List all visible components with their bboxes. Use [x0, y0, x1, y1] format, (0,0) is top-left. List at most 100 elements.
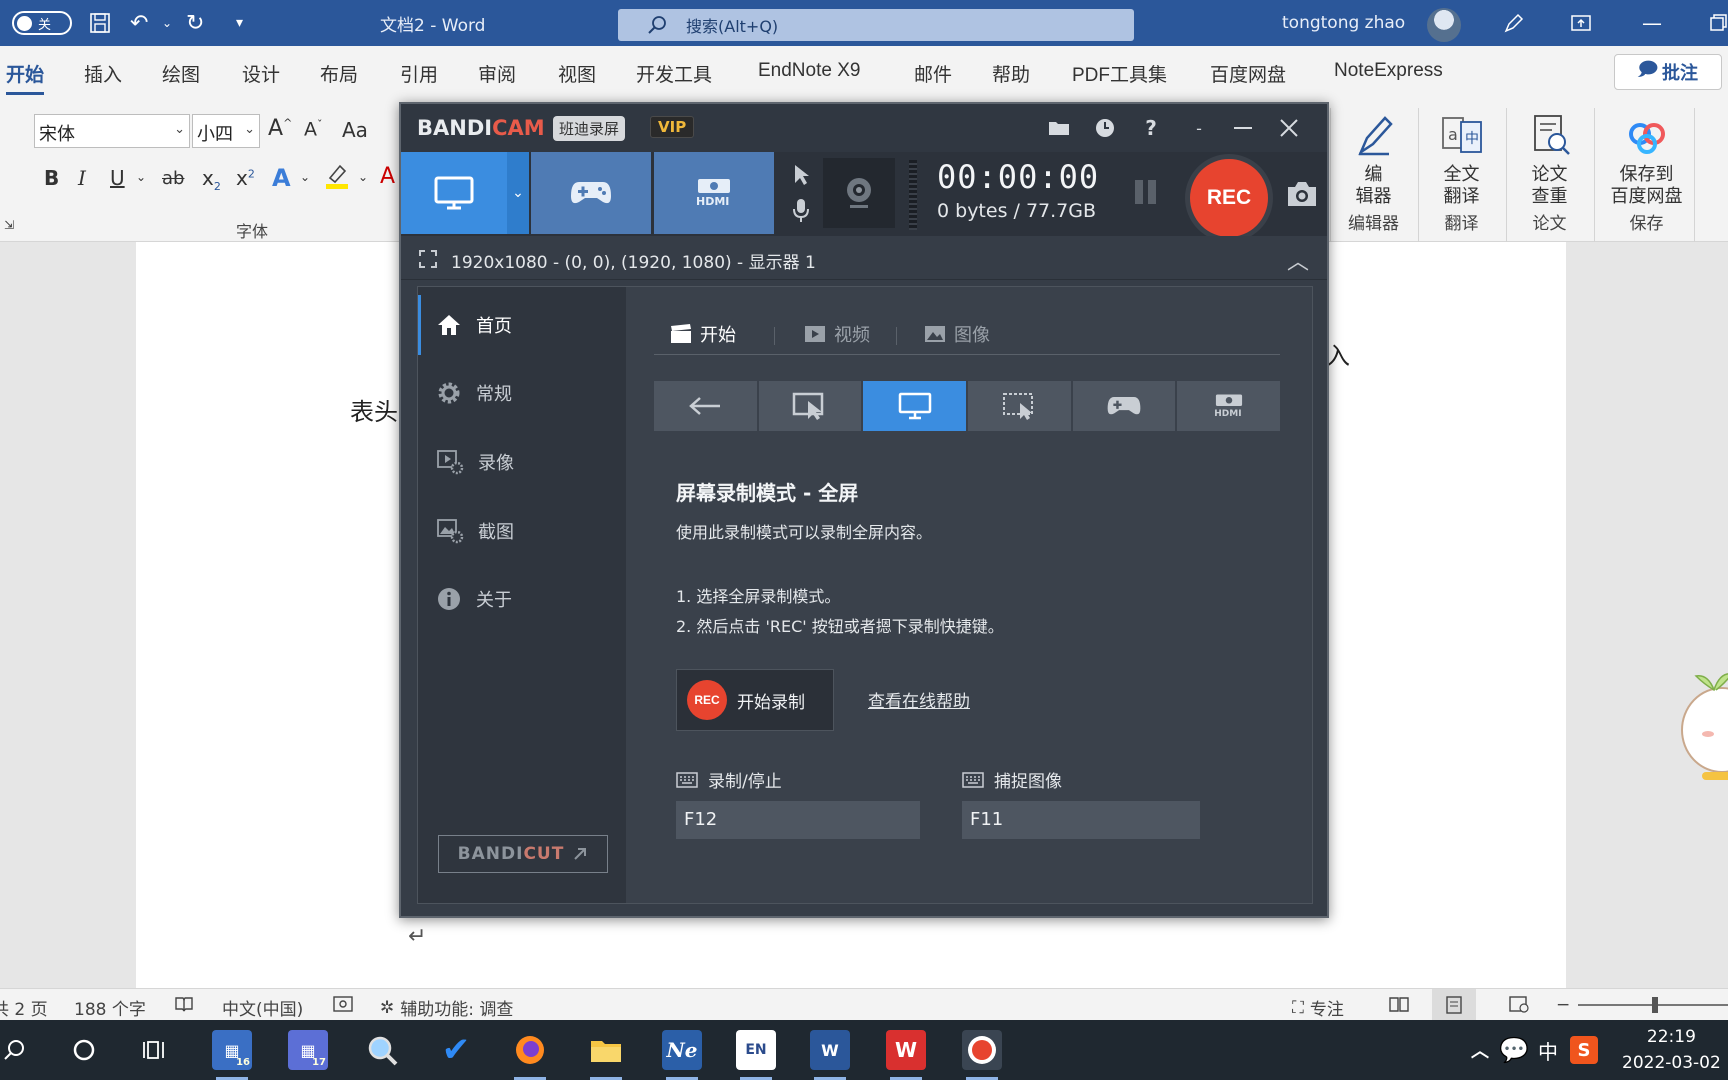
todo-app-icon[interactable]: ✔	[436, 1030, 476, 1070]
ime-indicator[interactable]: 中	[1528, 1030, 1568, 1070]
comments-button[interactable]: 🗩 批注	[1614, 54, 1722, 90]
region-mode-button[interactable]	[968, 381, 1071, 431]
user-name[interactable]: tongtong zhao	[1282, 0, 1405, 46]
game-mode-button[interactable]	[531, 152, 651, 234]
subscript-button[interactable]: x2	[202, 166, 221, 193]
sidebar-item-general[interactable]: 常规	[418, 363, 626, 423]
tab-developer[interactable]: 开发工具	[636, 60, 712, 87]
text-effects-icon[interactable]: A	[272, 164, 291, 192]
accessibility-status[interactable]: ✲ 辅助功能: 调查	[380, 995, 513, 1021]
endnote-app-icon[interactable]: EN	[736, 1030, 776, 1080]
font-color-icon[interactable]: A	[380, 164, 395, 189]
undo-dropdown-icon[interactable]: ⌄	[162, 0, 172, 46]
search-input[interactable]: 搜索(Alt+Q)	[618, 9, 1134, 41]
word-count[interactable]: 188 个字	[74, 995, 146, 1020]
fullscreen-mode-button[interactable]	[863, 381, 967, 431]
pause-button[interactable]	[1135, 180, 1159, 206]
customize-qat-icon[interactable]: ▾	[236, 0, 243, 46]
tab-pdf-tools[interactable]: PDF工具集	[1072, 60, 1167, 87]
bold-button[interactable]: B	[44, 166, 59, 190]
change-case-button[interactable]: Aa	[342, 118, 368, 142]
noteexpress-app-icon[interactable]: Ne	[662, 1030, 702, 1080]
close-icon[interactable]	[1273, 112, 1305, 144]
device-submode-button[interactable]: HDMI	[1177, 381, 1281, 431]
italic-button[interactable]: I	[78, 166, 86, 190]
translate-group[interactable]: a中 全文 翻译 翻译	[1418, 108, 1504, 242]
capture-hotkey-field[interactable]: F11	[962, 801, 1200, 839]
redo-icon[interactable]: ↻	[186, 0, 204, 46]
tab-insert[interactable]: 插入	[84, 60, 122, 87]
tab-design[interactable]: 设计	[242, 60, 280, 87]
minimize-icon[interactable]: —	[1642, 0, 1662, 46]
tab-draw[interactable]: 绘图	[162, 60, 200, 87]
minimize-icon[interactable]	[1227, 112, 1259, 144]
online-help-link[interactable]: 查看在线帮助	[868, 687, 970, 712]
device-mode-button[interactable]: HDMI	[654, 152, 774, 234]
plagiarism-group[interactable]: 论文 查重 论文	[1506, 108, 1592, 242]
print-layout-icon[interactable]	[1432, 989, 1476, 1021]
chevron-down-icon[interactable]: ⌄	[136, 170, 146, 184]
game-submode-button[interactable]	[1072, 381, 1176, 431]
firefox-icon[interactable]	[510, 1030, 550, 1080]
bandicam-titlebar[interactable]: BANDICAM 班迪录屏 VIP ? -	[401, 104, 1327, 152]
font-name-combo[interactable]: 宋体 ⌄	[34, 114, 190, 148]
screen-mode-button[interactable]	[401, 152, 507, 234]
autosave-toggle[interactable]: 关	[12, 11, 72, 35]
chevron-down-icon[interactable]: ⌄	[358, 170, 368, 184]
avatar[interactable]	[1427, 8, 1461, 42]
tab-mailings[interactable]: 邮件	[914, 60, 952, 87]
chevron-down-icon[interactable]: ⌄	[300, 170, 310, 184]
around-mouse-mode-button[interactable]	[758, 381, 862, 431]
tab-layout[interactable]: 布局	[320, 60, 358, 87]
search-icon[interactable]	[0, 1030, 34, 1070]
start-recording-button[interactable]: REC 开始录制	[676, 669, 834, 731]
read-mode-icon[interactable]	[1388, 995, 1410, 1013]
zoom-out-icon[interactable]: −	[1556, 995, 1570, 1015]
tab-review[interactable]: 审阅	[478, 60, 516, 87]
sogou-ime-icon[interactable]: S	[1570, 1036, 1598, 1064]
pen-icon[interactable]	[1502, 0, 1526, 46]
tab-help[interactable]: 帮助	[992, 60, 1030, 87]
highlight-icon[interactable]	[324, 162, 350, 195]
bandicut-button[interactable]: BANDICUT	[438, 835, 608, 873]
font-size-combo[interactable]: 小四 ⌄	[192, 114, 260, 148]
tab-image[interactable]: 图像	[924, 321, 990, 347]
system-clock[interactable]: 22:19 2022-03-02	[1622, 1024, 1721, 1076]
underline-button[interactable]: U	[110, 166, 125, 190]
mini-mode-icon[interactable]: -	[1183, 112, 1215, 144]
zoom-slider-thumb[interactable]	[1652, 997, 1658, 1013]
strikethrough-button[interactable]: ab	[162, 168, 184, 189]
proofing-icon[interactable]	[174, 995, 194, 1013]
tab-video[interactable]: 视频	[804, 321, 870, 347]
tab-view[interactable]: 视图	[558, 60, 596, 87]
back-button[interactable]	[654, 381, 757, 431]
tab-references[interactable]: 引用	[400, 60, 438, 87]
tab-baidu-netdisk[interactable]: 百度网盘	[1210, 60, 1286, 87]
save-icon[interactable]	[88, 0, 112, 46]
editor-group[interactable]: 编 辑器 编辑器	[1330, 108, 1416, 242]
folder-icon[interactable]	[1043, 112, 1075, 144]
calendar-app-icon-2[interactable]: 17 ▦	[288, 1030, 328, 1070]
tab-endnote[interactable]: EndNote X9	[758, 60, 860, 82]
dialog-launcher-icon[interactable]: ⇲	[4, 218, 14, 232]
web-layout-icon[interactable]	[1508, 995, 1530, 1013]
clock-icon[interactable]	[1089, 112, 1121, 144]
macro-icon[interactable]	[332, 995, 354, 1013]
microphone-icon[interactable]	[787, 194, 815, 226]
sidebar-item-home[interactable]: 首页	[418, 295, 626, 355]
grow-font-button[interactable]: A^	[268, 116, 292, 141]
sidebar-item-screenshot[interactable]: 截图	[418, 501, 626, 561]
tab-home[interactable]: 开始	[6, 60, 45, 95]
help-icon[interactable]: ?	[1135, 112, 1167, 144]
undo-icon[interactable]: ↶	[130, 0, 148, 46]
baidu-save-group[interactable]: 保存到 百度网盘 保存	[1594, 108, 1698, 242]
language[interactable]: 中文(中国)	[222, 995, 303, 1020]
magnifier-app-icon[interactable]	[362, 1030, 402, 1070]
tab-start[interactable]: 开始	[670, 321, 736, 347]
document-text[interactable]: 表头	[350, 392, 398, 427]
record-hotkey-field[interactable]: F12	[676, 801, 920, 839]
page-count[interactable]: 共 2 页	[0, 995, 48, 1020]
cursor-effect-icon[interactable]	[787, 160, 815, 190]
calendar-app-icon[interactable]: 16 ▦	[212, 1030, 252, 1080]
bandicam-app-icon[interactable]	[962, 1030, 1002, 1080]
